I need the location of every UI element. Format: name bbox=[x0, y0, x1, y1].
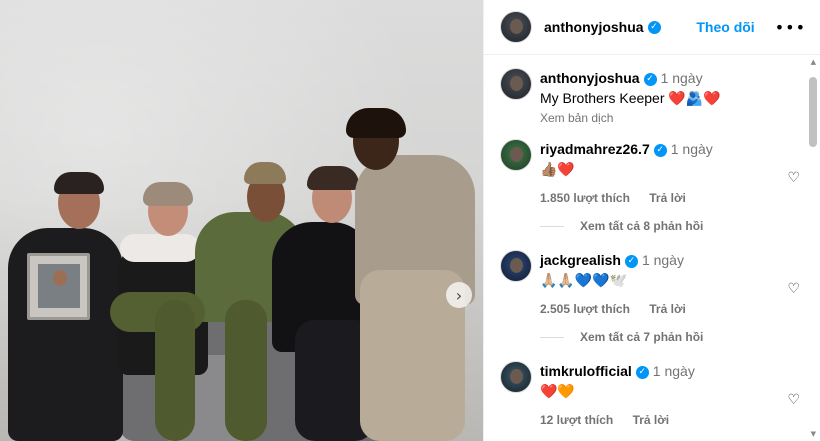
comment-author[interactable]: riyadmahrez26.7 bbox=[540, 141, 650, 157]
replies-divider bbox=[540, 225, 564, 227]
comment-text: ❤️🧡 bbox=[540, 383, 575, 399]
comment-text: 👍🏽❤️ bbox=[540, 161, 575, 177]
like-heart-icon[interactable]: ♡ bbox=[787, 392, 800, 408]
view-replies-label: Xem tất cả 8 phản hồi bbox=[580, 219, 704, 233]
view-replies-label: Xem tất cả 7 phản hồi bbox=[580, 330, 704, 344]
author-username[interactable]: anthonyjoshua bbox=[544, 19, 644, 35]
like-heart-icon[interactable]: ♡ bbox=[787, 281, 800, 297]
caption-author[interactable]: anthonyjoshua bbox=[540, 70, 640, 86]
comment-likes[interactable]: 12 lượt thích bbox=[540, 413, 613, 427]
next-image-button[interactable]: › bbox=[446, 282, 472, 308]
comment-author[interactable]: timkrulofficial bbox=[540, 363, 632, 379]
view-replies-button[interactable]: Xem tất cả 7 phản hồi bbox=[540, 330, 703, 344]
comment-time: 1 ngày bbox=[641, 252, 684, 268]
reply-button[interactable]: Trả lời bbox=[649, 191, 686, 205]
comment-likes[interactable]: 2.505 lượt thích bbox=[540, 302, 630, 316]
scrollbar-thumb[interactable] bbox=[809, 77, 817, 147]
scroll-up-arrow-icon[interactable]: ▲ bbox=[811, 58, 816, 66]
scroll-down-arrow-icon[interactable]: ▼ bbox=[811, 430, 816, 438]
verified-icon: ✓ bbox=[643, 72, 657, 86]
photo-frame bbox=[27, 253, 90, 320]
verified-icon: ✓ bbox=[624, 254, 638, 268]
more-options-icon[interactable]: ••• bbox=[775, 18, 806, 37]
follow-button[interactable]: Theo dõi bbox=[696, 19, 754, 35]
caption-time: 1 ngày bbox=[660, 70, 703, 86]
reply-button[interactable]: Trả lời bbox=[633, 413, 670, 427]
author-avatar[interactable] bbox=[500, 68, 532, 100]
view-replies-button[interactable]: Xem tất cả 8 phản hồi bbox=[540, 219, 703, 233]
comment-time: 1 ngày bbox=[652, 363, 695, 379]
commenter-avatar[interactable] bbox=[500, 139, 532, 171]
comment-text: 🙏🏼🙏🏼💙💙🕊️ bbox=[540, 272, 628, 288]
post-header: anthonyjoshua ✓ Theo dõi ••• bbox=[484, 0, 820, 55]
comment-likes[interactable]: 1.850 lượt thích bbox=[540, 191, 630, 205]
like-heart-icon[interactable]: ♡ bbox=[787, 170, 800, 186]
comment-time: 1 ngày bbox=[670, 141, 713, 157]
verified-icon: ✓ bbox=[647, 20, 661, 34]
caption-text: My Brothers Keeper ❤️🫂❤️ bbox=[540, 90, 721, 106]
post-side-panel: anthonyjoshua ✓ Theo dõi ••• anthonyjosh… bbox=[483, 0, 820, 441]
author-avatar[interactable] bbox=[500, 11, 532, 43]
comments-list[interactable]: anthonyjoshua ✓ 1 ngày My Brothers Keeper … bbox=[484, 56, 806, 441]
verified-icon: ✓ bbox=[653, 143, 667, 157]
commenter-avatar[interactable] bbox=[500, 250, 532, 282]
verified-icon: ✓ bbox=[635, 365, 649, 379]
comment-author[interactable]: jackgrealish bbox=[540, 252, 621, 268]
reply-button[interactable]: Trả lời bbox=[649, 302, 686, 316]
replies-divider bbox=[540, 336, 564, 338]
commenter-avatar[interactable] bbox=[500, 361, 532, 393]
translate-link[interactable]: Xem bản dịch bbox=[540, 111, 770, 125]
post-photo[interactable]: › bbox=[0, 0, 483, 441]
